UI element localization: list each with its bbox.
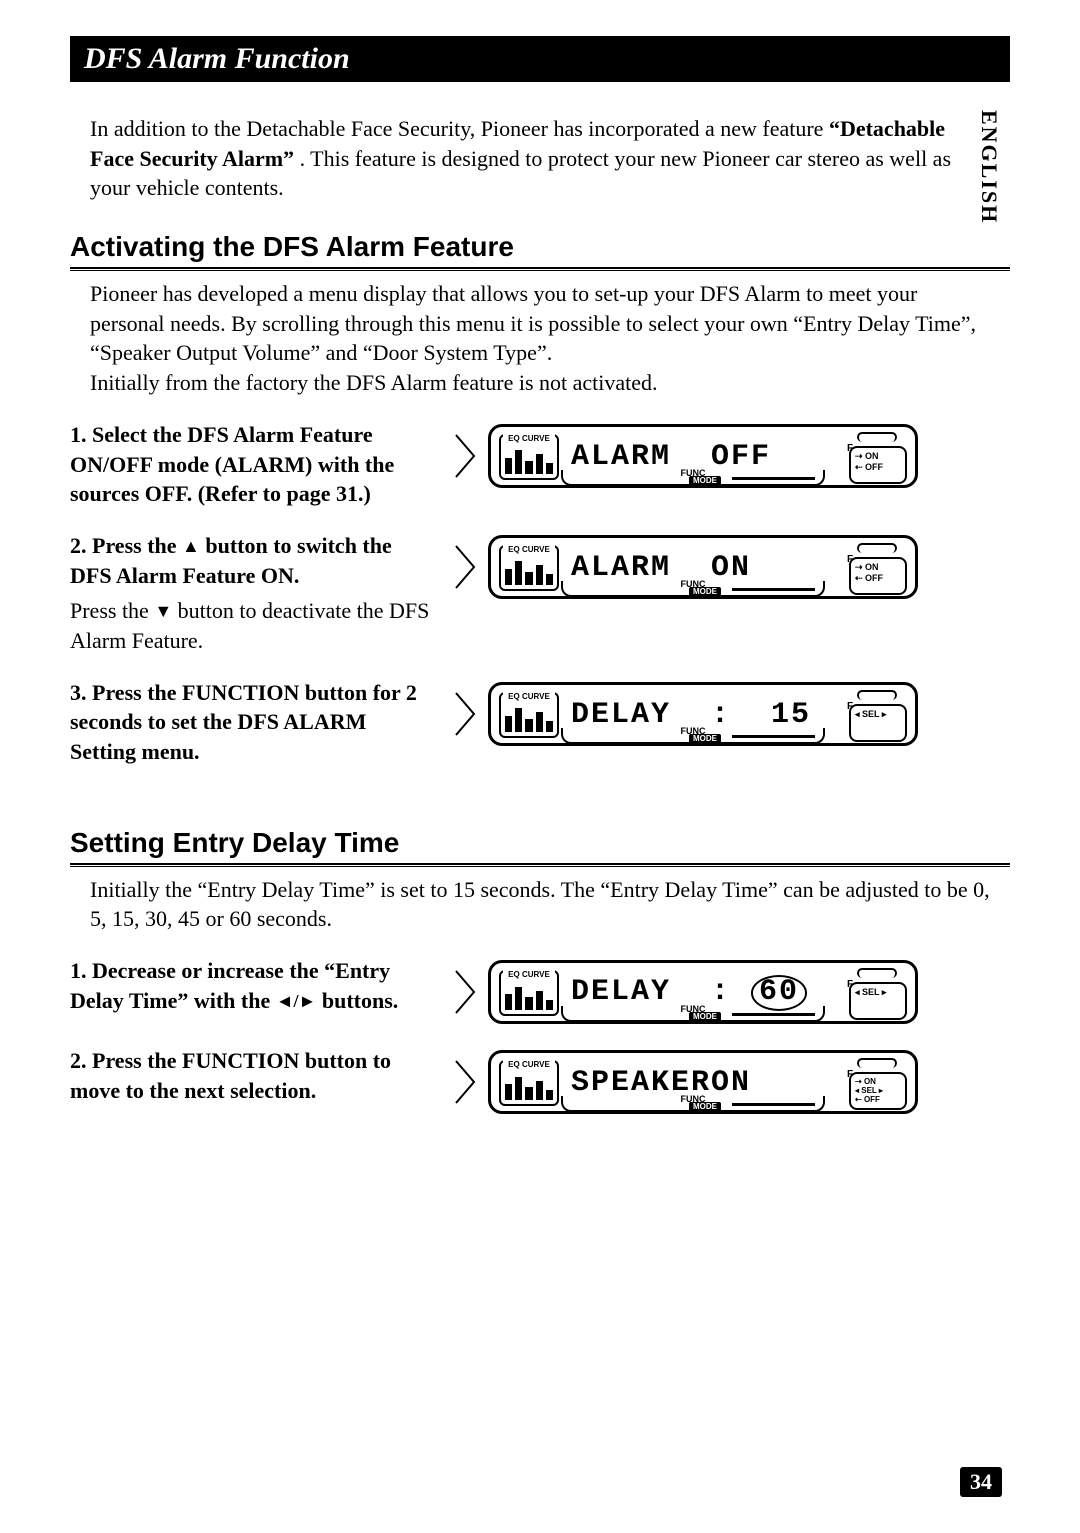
lcd-delay-15: EQ CURVE DELAY : 15 FUNC MODE F SEL bbox=[488, 682, 918, 746]
on-label: ON bbox=[855, 451, 879, 461]
eq-label: EQ CURVE bbox=[503, 434, 555, 444]
page-title: DFS Alarm Function bbox=[84, 42, 350, 75]
s1-step2: 2. Press the ▲ button to switch the DFS … bbox=[70, 531, 1010, 656]
eq-curve-icon: EQ CURVE bbox=[499, 434, 559, 480]
intro-paragraph: In addition to the Detachable Face Secur… bbox=[90, 114, 990, 203]
section1-body: Pioneer has developed a menu display tha… bbox=[90, 279, 990, 398]
s1-step1-figure: EQ CURVE ALARM OFF FUNC MODE F ON bbox=[452, 420, 918, 488]
lcd-foot: FUNC MODE bbox=[561, 728, 825, 744]
indicator-onoff: F ON OFF bbox=[849, 430, 907, 484]
s1-step1: 1. Select the DFS Alarm Feature ON/OFF m… bbox=[70, 420, 1010, 509]
s1-step2-sub-pre: Press the bbox=[70, 598, 154, 623]
s1-step3-num: 3. bbox=[70, 680, 87, 705]
pointer-icon bbox=[452, 431, 478, 481]
s1-step2-figure: EQ CURVE ALARM ON FUNC MODE F ON bbox=[452, 531, 918, 599]
up-triangle-icon: ▲ bbox=[182, 536, 200, 556]
section2-steps: 1. Decrease or increase the “Entry Delay… bbox=[70, 956, 1010, 1114]
mode-label: MODE bbox=[689, 476, 721, 486]
s1-step1-bold: Select the DFS Alarm Feature ON/OFF mode… bbox=[70, 422, 394, 506]
s2-step2-num: 2. bbox=[70, 1048, 87, 1073]
eq-curve-icon: EQ CURVE bbox=[499, 545, 559, 591]
pointer-icon bbox=[452, 1057, 478, 1107]
section2-heading: Setting Entry Delay Time bbox=[70, 827, 1010, 865]
s2-step1-text: 1. Decrease or increase the “Entry Delay… bbox=[70, 956, 430, 1015]
s2-step2-figure: EQ CURVE SPEAKERON FUNC MODE F ON bbox=[452, 1046, 918, 1114]
indicator-sel-onoff: F ON SEL OFF bbox=[849, 1056, 907, 1110]
indicator-sel: F SEL bbox=[849, 688, 907, 742]
lcd-foot: FUNC MODE bbox=[561, 1096, 825, 1112]
language-tab: ENGLISH bbox=[976, 110, 1002, 224]
lcd-foot: FUNC MODE bbox=[561, 1006, 825, 1022]
off-label: OFF bbox=[855, 462, 883, 472]
intro-line1: In addition to the Detachable Face Secur… bbox=[90, 116, 829, 141]
indicator-sel: F SEL bbox=[849, 966, 907, 1020]
pointer-icon bbox=[452, 542, 478, 592]
s1-step3-text: 3. Press the FUNCTION button for 2 secon… bbox=[70, 678, 430, 767]
section1-heading: Activating the DFS Alarm Feature bbox=[70, 231, 1010, 269]
lcd-speakeron: EQ CURVE SPEAKERON FUNC MODE F ON bbox=[488, 1050, 918, 1114]
pointer-icon bbox=[452, 967, 478, 1017]
s1-step3: 3. Press the FUNCTION button for 2 secon… bbox=[70, 678, 1010, 767]
s1-step1-num: 1. bbox=[70, 422, 87, 447]
lcd-delay-60: EQ CURVE DELAY : 60 FUNC MODE F SEL bbox=[488, 960, 918, 1024]
s1-step3-bold: Press the FUNCTION button for 2 seconds … bbox=[70, 680, 417, 764]
manual-page: DFS Alarm Function ENGLISH In addition t… bbox=[0, 0, 1080, 1533]
s1-step2-text: 2. Press the ▲ button to switch the DFS … bbox=[70, 531, 430, 656]
left-right-triangle-icon: ◄/► bbox=[276, 991, 317, 1011]
page-number: 34 bbox=[960, 1467, 1002, 1497]
lcd-foot: FUNC MODE bbox=[561, 581, 825, 597]
s2-step1-num: 1. bbox=[70, 958, 87, 983]
s2-step2: 2. Press the FUNCTION button to move to … bbox=[70, 1046, 1010, 1114]
eq-curve-icon: EQ CURVE bbox=[499, 692, 559, 738]
s1-step1-text: 1. Select the DFS Alarm Feature ON/OFF m… bbox=[70, 420, 430, 509]
s2-step2-text: 2. Press the FUNCTION button to move to … bbox=[70, 1046, 430, 1105]
lcd-foot: FUNC MODE bbox=[561, 470, 825, 486]
lcd-alarm-on: EQ CURVE ALARM ON FUNC MODE F ON bbox=[488, 535, 918, 599]
s1-step2-num: 2. bbox=[70, 533, 87, 558]
lcd-alarm-off: EQ CURVE ALARM OFF FUNC MODE F ON bbox=[488, 424, 918, 488]
s1-step2-bold-pre: Press the bbox=[92, 533, 182, 558]
s2-step1-bold-post: buttons. bbox=[316, 988, 398, 1013]
s2-step1-figure: EQ CURVE DELAY : 60 FUNC MODE F SEL bbox=[452, 956, 918, 1024]
page-title-bar: DFS Alarm Function bbox=[70, 36, 1010, 82]
lcd-value: 15 bbox=[771, 698, 811, 732]
eq-curve-icon: EQ CURVE bbox=[499, 970, 559, 1016]
sel-label: SEL bbox=[855, 709, 886, 719]
pointer-icon bbox=[452, 689, 478, 739]
section2-body: Initially the “Entry Delay Time” is set … bbox=[90, 875, 990, 934]
down-triangle-icon: ▼ bbox=[154, 601, 172, 621]
section1-steps: 1. Select the DFS Alarm Feature ON/OFF m… bbox=[70, 420, 1010, 767]
s2-step2-bold: Press the FUNCTION button to move to the… bbox=[70, 1048, 391, 1103]
s1-step3-figure: EQ CURVE DELAY : 15 FUNC MODE F SEL bbox=[452, 678, 918, 746]
indicator-onoff: F ON OFF bbox=[849, 541, 907, 595]
eq-curve-icon: EQ CURVE bbox=[499, 1060, 559, 1106]
s2-step1: 1. Decrease or increase the “Entry Delay… bbox=[70, 956, 1010, 1024]
